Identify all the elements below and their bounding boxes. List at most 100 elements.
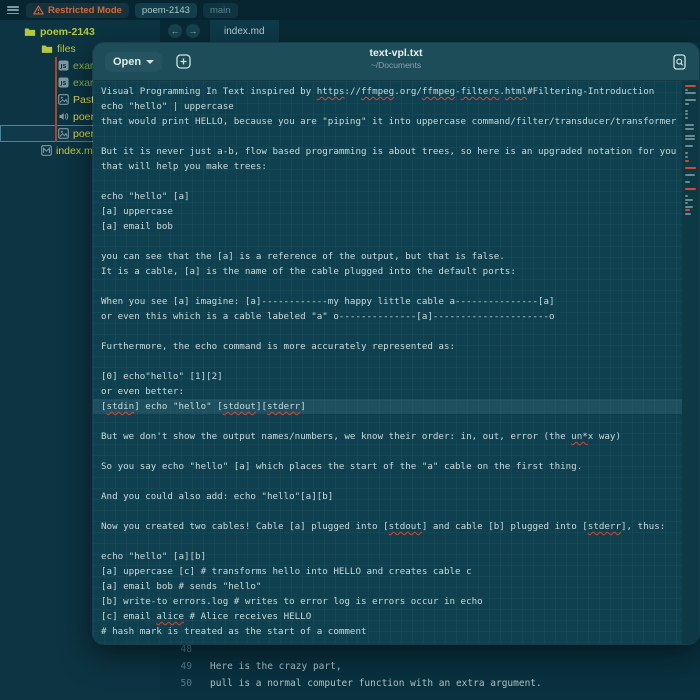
folder-icon [24, 26, 36, 37]
text-line[interactable] [93, 279, 682, 294]
misspelled-word: html [504, 86, 528, 97]
project-badge[interactable]: poem-2143 [134, 2, 197, 18]
text-line[interactable]: [a] uppercase [93, 204, 682, 219]
text-line[interactable]: [c] email alice # Alice receives HELLO [93, 609, 682, 624]
line-text: Here is the crazy part, [210, 661, 342, 672]
overview-line-mark [685, 127, 694, 130]
file-label: poem-2143 [40, 25, 95, 38]
overview-line-mark [685, 152, 688, 155]
overview-error-mark [685, 209, 690, 212]
text-line[interactable]: Now you created two cables! Cable [a] pl… [93, 519, 682, 534]
text-line[interactable]: It is a cable, [a] is the name of the ca… [93, 264, 682, 279]
branch-badge[interactable]: main [202, 2, 238, 18]
document-search-button[interactable] [673, 54, 687, 75]
text-line[interactable] [93, 234, 682, 249]
text-line[interactable] [93, 414, 682, 429]
overview-line-mark [685, 113, 688, 116]
code-line[interactable]: 49 Here is the crazy part, [160, 658, 700, 675]
text-editor-headerbar: Open text-vpl.txt ~/Documents [93, 43, 699, 81]
text-line[interactable]: you can see that the [a] is a reference … [93, 249, 682, 264]
markdown-file-icon [41, 145, 52, 156]
misspelled-word: https [316, 86, 345, 97]
text-line[interactable]: or even this which is a cable labeled "a… [93, 309, 682, 324]
misspelled-word: stdout [388, 521, 422, 532]
overview-error-mark [685, 85, 696, 87]
overview-line-mark [685, 145, 693, 148]
overview-line-mark [685, 180, 691, 183]
misspelled-word: ffmpeg [361, 86, 395, 97]
text-line[interactable]: Visual Programming In Text inspired by h… [93, 84, 682, 99]
overview-line-mark [685, 195, 688, 198]
image-file-icon [58, 94, 69, 105]
restricted-mode-badge[interactable]: Restricted Mode [26, 2, 129, 18]
tab-bar: ← → index.md [160, 20, 700, 42]
restricted-mode-label: Restricted Mode [48, 4, 122, 16]
sidebar-item-poem-2143[interactable]: poem-2143 [0, 23, 160, 40]
audio-file-icon [58, 111, 69, 122]
overview-line-mark [685, 173, 696, 176]
text-line[interactable]: But we don't show the output names/numbe… [93, 429, 682, 444]
text-line[interactable]: [0] echo"hello" [1][2] [93, 369, 682, 384]
overview-error-mark [685, 187, 696, 190]
overview-line-mark [685, 156, 688, 158]
overview-line-mark [685, 134, 695, 137]
current-line[interactable]: [stdin] echo "hello" [stdout][stderr] [93, 399, 682, 414]
file-label: files [57, 42, 76, 55]
misspelled-word: filters [460, 86, 500, 97]
line-number: 49 [180, 661, 192, 672]
text-line[interactable]: [a] email bob [93, 219, 682, 234]
text-line[interactable]: echo "hello" [a] [93, 189, 682, 204]
text-line[interactable]: Furthermore, the echo command is more ac… [93, 339, 682, 354]
new-tab-button[interactable] [176, 54, 191, 69]
overview-line-mark [685, 212, 691, 215]
text-line[interactable]: But it is never just a-b, flow based pro… [93, 144, 682, 159]
text-line[interactable]: echo "hello" [a][b] [93, 549, 682, 564]
misspelled-word: stderr [267, 401, 301, 412]
warning-icon [33, 5, 44, 15]
git-modified-indicator [55, 57, 57, 142]
text-editor-body: Visual Programming In Text inspired by h… [93, 81, 699, 644]
js-file-icon: JS [58, 60, 69, 71]
text-line[interactable]: And you could also add: echo "hello"[a][… [93, 489, 682, 504]
text-line[interactable] [93, 129, 682, 144]
overview-line-mark [685, 92, 696, 95]
overview-line-mark [685, 102, 689, 105]
overview-line-mark [685, 116, 688, 119]
tab-index-md[interactable]: index.md [210, 20, 279, 42]
svg-text:JS: JS [59, 81, 66, 87]
document-text[interactable]: Visual Programming In Text inspired by h… [93, 84, 682, 639]
text-line[interactable]: So you say echo "hello" [a] which places… [93, 459, 682, 474]
text-line[interactable] [93, 354, 682, 369]
code-line[interactable]: 50 pull is a normal computer function wit… [160, 675, 700, 692]
text-line[interactable]: echo "hello" | uppercase [93, 99, 682, 114]
text-line[interactable]: that would print HELLO, because you are … [93, 114, 682, 129]
menu-icon[interactable] [6, 4, 20, 16]
text-line[interactable]: When you see [a] imagine: [a]-----------… [93, 294, 682, 309]
text-line[interactable]: [b] write-to errors.log # writes to erro… [93, 594, 682, 609]
overview-line-mark [685, 138, 695, 141]
window-titlebar: Restricted Mode poem-2143 main [0, 0, 700, 20]
text-line[interactable] [93, 324, 682, 339]
overview-line-mark [685, 99, 696, 102]
code-editor-content[interactable]: 48 49 Here is the crazy part, 50 pull is a n… [160, 641, 700, 692]
overview-line-mark [685, 202, 689, 205]
nav-back-button[interactable]: ← [168, 24, 182, 38]
text-line[interactable] [93, 174, 682, 189]
text-line[interactable] [93, 504, 682, 519]
text-line[interactable]: that will help you make trees: [93, 159, 682, 174]
open-button[interactable]: Open [105, 51, 163, 72]
text-line[interactable]: [a] uppercase [c] # transforms hello int… [93, 564, 682, 579]
nav-forward-button[interactable]: → [186, 24, 200, 38]
text-line[interactable] [93, 534, 682, 549]
text-line[interactable] [93, 474, 682, 489]
overview-map-scrollbar[interactable] [682, 81, 699, 644]
text-line[interactable]: or even better: [93, 384, 682, 399]
text-line[interactable]: # hash mark is treated as the start of a… [93, 624, 682, 639]
text-line[interactable]: [a] email bob # sends "hello" [93, 579, 682, 594]
text-editor-window: Open text-vpl.txt ~/Documents Visual Pro… [92, 42, 700, 645]
overview-error-mark [685, 166, 696, 169]
misspelled-word: stdin [106, 401, 135, 412]
misspelled-word: alice [156, 611, 184, 622]
text-line[interactable] [93, 444, 682, 459]
overview-line-mark [685, 205, 694, 208]
